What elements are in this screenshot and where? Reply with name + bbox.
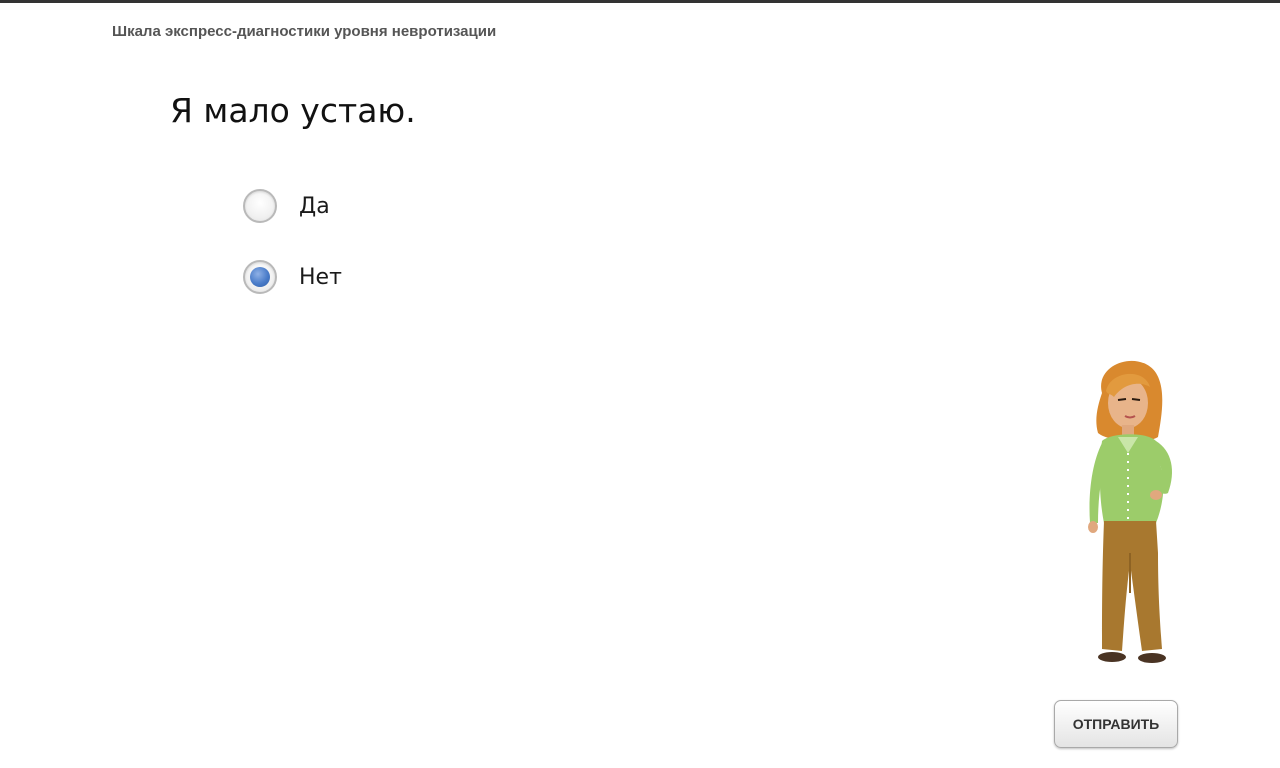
quiz-page: Шкала экспресс-диагностики уровня неврот…: [0, 0, 1280, 768]
answer-option-no[interactable]: Нет: [243, 257, 342, 297]
woman-character-icon: [1088, 360, 1172, 663]
submit-button[interactable]: ОТПРАВИТЬ: [1054, 700, 1178, 748]
answer-label-yes: Да: [299, 193, 330, 219]
radio-button-no[interactable]: [243, 260, 277, 294]
radio-button-yes[interactable]: [243, 189, 277, 223]
quiz-title: Шкала экспресс-диагностики уровня неврот…: [112, 23, 497, 40]
question-text: Я мало устаю.: [170, 91, 416, 130]
answer-label-no: Нет: [299, 264, 342, 290]
answer-option-yes[interactable]: Да: [243, 186, 342, 226]
answer-options: Да Нет: [243, 186, 342, 328]
